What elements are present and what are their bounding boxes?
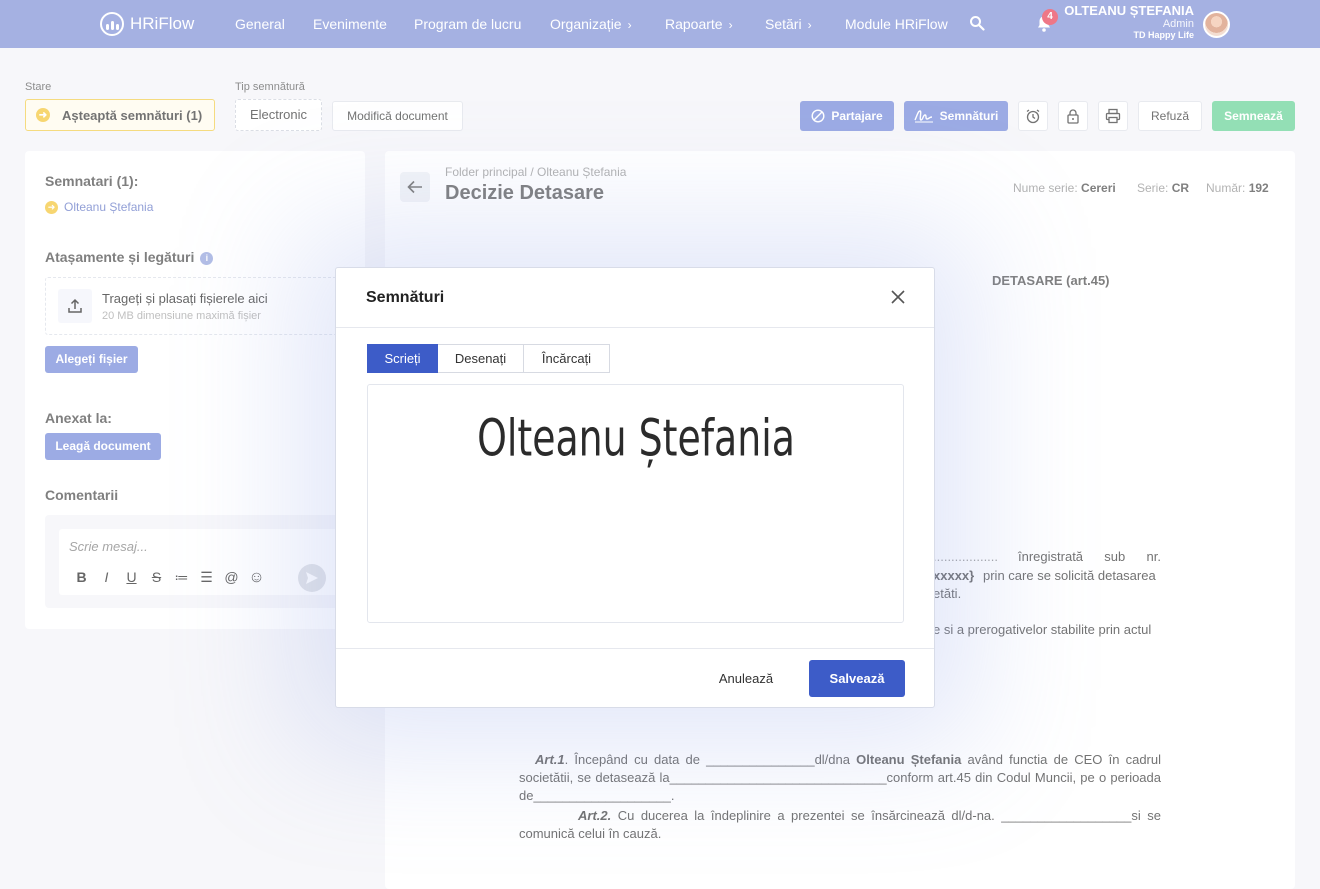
signature-text: Olteanu Ștefania xyxy=(477,409,795,468)
tab-desenati[interactable]: Desenați xyxy=(438,344,524,373)
tab-incarcati[interactable]: Încărcați xyxy=(524,344,610,373)
signature-canvas[interactable]: Olteanu Ștefania xyxy=(367,384,904,623)
save-button[interactable]: Salvează xyxy=(809,660,905,697)
signature-mode-tabs: Scrieți Desenați Încărcați xyxy=(367,344,610,373)
tab-scrieti[interactable]: Scrieți xyxy=(367,344,438,373)
signatures-modal: Semnături Scrieți Desenați Încărcați Olt… xyxy=(335,267,935,708)
signature-preview: Olteanu Ștefania xyxy=(477,409,795,468)
modal-divider xyxy=(336,327,934,328)
close-icon[interactable] xyxy=(889,288,907,306)
modal-divider xyxy=(336,648,934,649)
modal-title: Semnături xyxy=(366,289,445,306)
cancel-button[interactable]: Anulează xyxy=(716,661,776,697)
